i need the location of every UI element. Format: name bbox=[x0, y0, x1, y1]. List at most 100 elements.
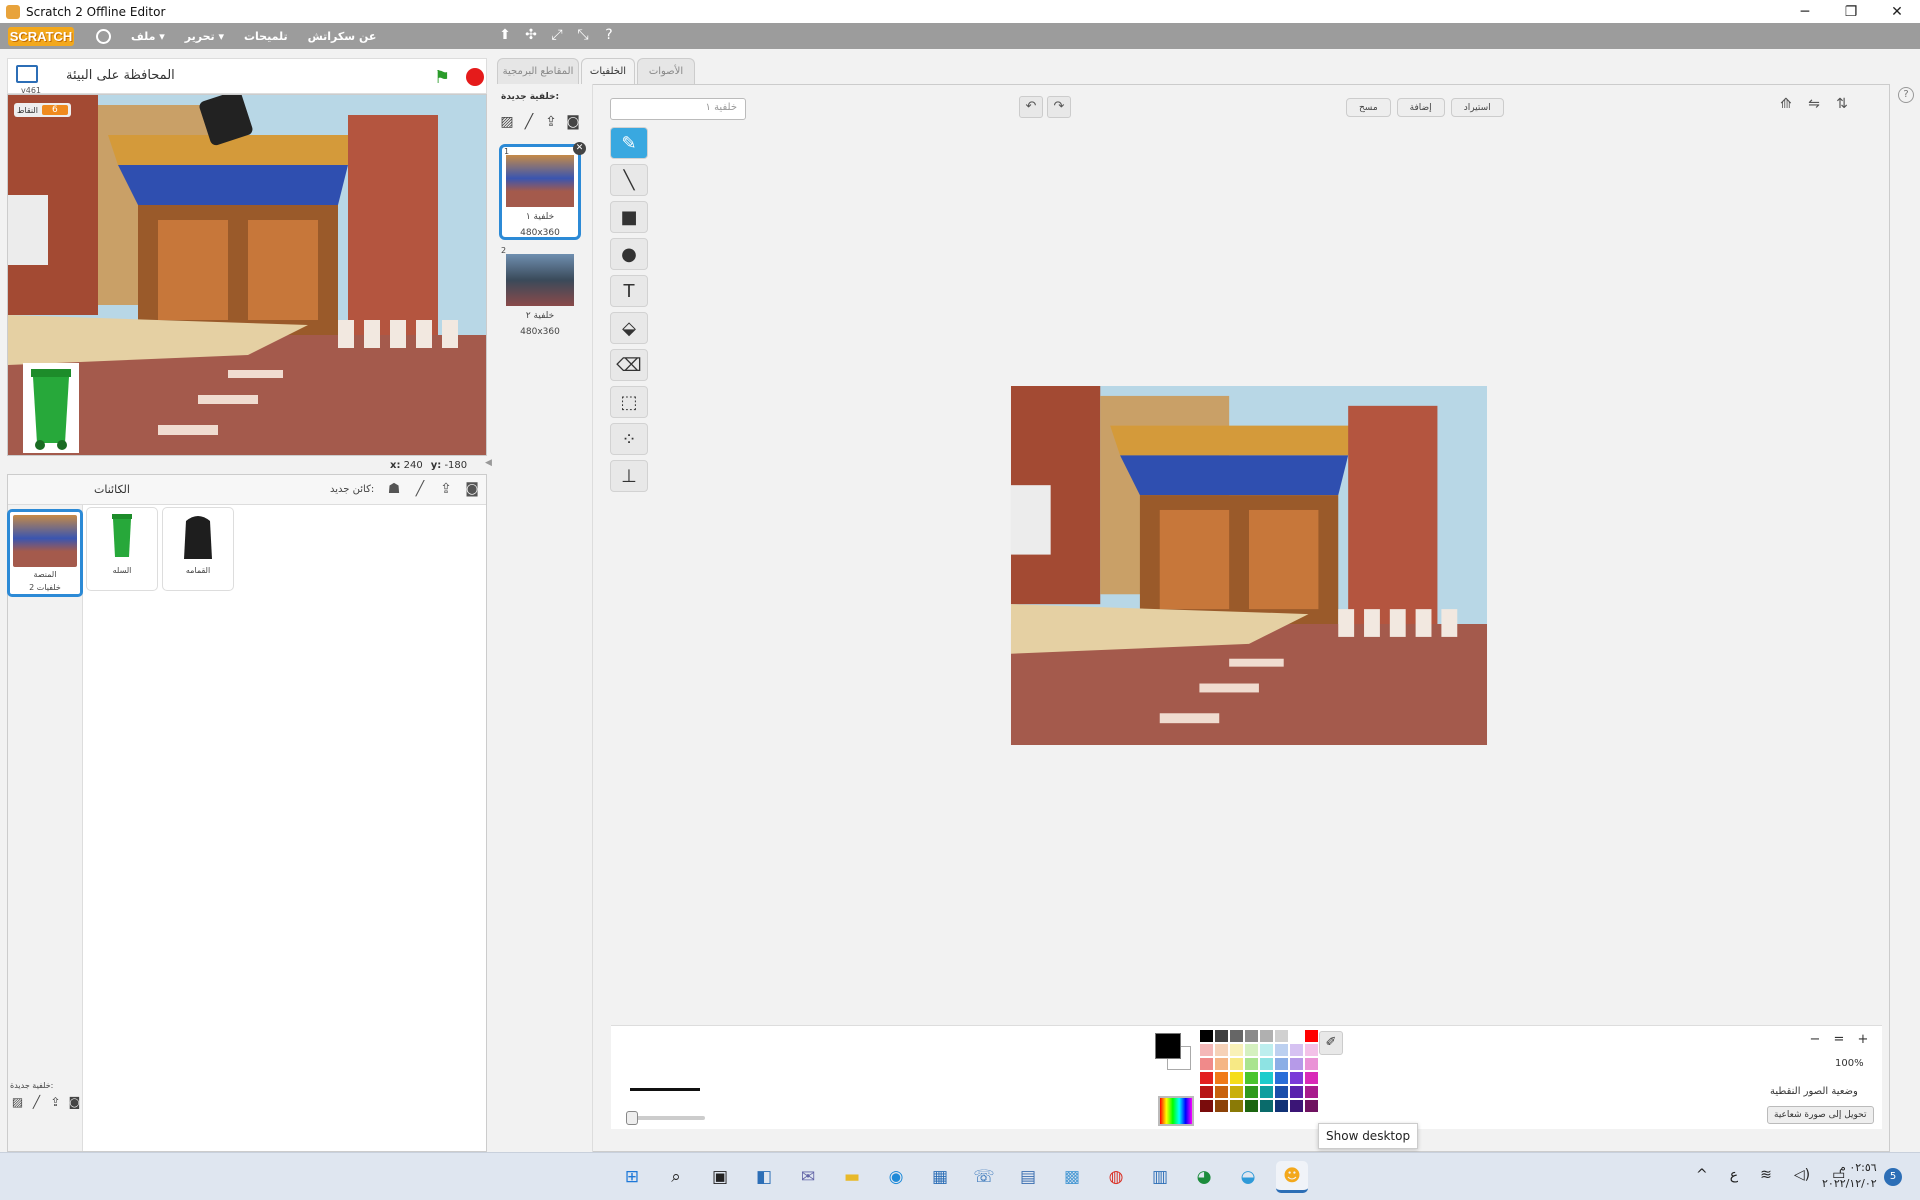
stop-sign-icon[interactable] bbox=[466, 68, 484, 86]
palette-swatch[interactable] bbox=[1245, 1030, 1258, 1042]
palette-swatch[interactable] bbox=[1305, 1086, 1318, 1098]
camera-backdrop-icon[interactable]: ◙ bbox=[565, 114, 581, 130]
palette-swatch[interactable] bbox=[1215, 1086, 1228, 1098]
palette-swatch[interactable] bbox=[1290, 1044, 1303, 1056]
primary-color-swatch[interactable] bbox=[1155, 1033, 1181, 1059]
file-explorer-icon[interactable]: ▬ bbox=[836, 1161, 868, 1193]
chrome-icon[interactable]: ◍ bbox=[1100, 1161, 1132, 1193]
minimize-button[interactable]: ─ bbox=[1782, 0, 1828, 23]
delete-icon[interactable]: ✣ bbox=[523, 27, 539, 43]
palette-swatch[interactable] bbox=[1200, 1072, 1213, 1084]
keyboard-language-icon[interactable]: ع bbox=[1730, 1167, 1738, 1183]
help-icon[interactable]: ? bbox=[1898, 87, 1914, 103]
camera-backdrop-icon[interactable]: ◙ bbox=[67, 1095, 82, 1109]
flip-horizontal-icon[interactable]: ⇋ bbox=[1803, 96, 1825, 112]
select-tool-icon[interactable]: ⬚ bbox=[610, 386, 648, 418]
tab-backdrops[interactable]: الخلفيات bbox=[581, 58, 635, 84]
costume-name-input[interactable]: خلفية ١ bbox=[610, 98, 746, 120]
fullscreen-icon[interactable] bbox=[16, 65, 38, 83]
palette-swatch[interactable] bbox=[1245, 1044, 1258, 1056]
palette-swatch[interactable] bbox=[1215, 1072, 1228, 1084]
backdrop-item-2[interactable]: 2 خلفية ٢ 480x360 bbox=[499, 246, 581, 342]
add-button[interactable]: إضافة bbox=[1396, 98, 1445, 117]
color-spectrum-picker[interactable] bbox=[1158, 1096, 1194, 1126]
brush-tool-icon[interactable]: ✎ bbox=[610, 127, 648, 159]
palette-swatch[interactable] bbox=[1275, 1058, 1288, 1070]
magic-wand-tool-icon[interactable]: ⁘ bbox=[610, 423, 648, 455]
palette-swatch[interactable] bbox=[1305, 1058, 1318, 1070]
start-icon[interactable]: ⊞ bbox=[616, 1161, 648, 1193]
line-width-slider[interactable] bbox=[630, 1116, 705, 1120]
palette-swatch[interactable] bbox=[1230, 1058, 1243, 1070]
scratch-icon[interactable]: ☻ bbox=[1276, 1161, 1308, 1193]
maximize-button[interactable]: ❐ bbox=[1828, 0, 1874, 23]
delete-backdrop-icon[interactable]: ✕ bbox=[573, 142, 586, 155]
palette-swatch[interactable] bbox=[1290, 1058, 1303, 1070]
backdrop-library-icon[interactable]: ▨ bbox=[10, 1095, 25, 1109]
line-width-slider-knob[interactable] bbox=[626, 1111, 638, 1125]
notepad-icon[interactable]: ▥ bbox=[1144, 1161, 1176, 1193]
tab-sounds[interactable]: الأصوات bbox=[637, 58, 695, 84]
app-icon-4[interactable]: ◒ bbox=[1232, 1161, 1264, 1193]
widgets-icon[interactable]: ◧ bbox=[748, 1161, 780, 1193]
palette-swatch[interactable] bbox=[1305, 1030, 1318, 1042]
palette-swatch[interactable] bbox=[1215, 1100, 1228, 1112]
palette-swatch[interactable] bbox=[1260, 1044, 1273, 1056]
menu-file[interactable]: ملف ▾ bbox=[131, 30, 165, 43]
palette-swatch[interactable] bbox=[1230, 1086, 1243, 1098]
paint-new-backdrop-icon[interactable]: ╱ bbox=[521, 114, 537, 130]
palette-swatch[interactable] bbox=[1245, 1086, 1258, 1098]
text-tool-icon[interactable]: T bbox=[610, 275, 648, 307]
palette-swatch[interactable] bbox=[1200, 1086, 1213, 1098]
palette-swatch[interactable] bbox=[1290, 1100, 1303, 1112]
menu-about[interactable]: عن سكراتش bbox=[308, 30, 377, 43]
duplicate-icon[interactable]: ⬆ bbox=[497, 27, 513, 43]
zoom-in-icon[interactable]: + bbox=[1853, 1031, 1873, 1049]
zoom-out-icon[interactable]: − bbox=[1805, 1031, 1825, 1049]
close-button[interactable]: ✕ bbox=[1874, 0, 1920, 23]
palette-swatch[interactable] bbox=[1230, 1030, 1243, 1042]
language-globe-icon[interactable] bbox=[96, 28, 111, 44]
upload-sprite-icon[interactable]: ⇪ bbox=[438, 481, 454, 497]
fill-tool-icon[interactable]: ⬙ bbox=[610, 312, 648, 344]
palette-swatch[interactable] bbox=[1260, 1058, 1273, 1070]
trash-bin-sprite[interactable] bbox=[23, 363, 79, 453]
palette-swatch[interactable] bbox=[1275, 1086, 1288, 1098]
paint-canvas[interactable] bbox=[1009, 386, 1489, 745]
palette-swatch[interactable] bbox=[1290, 1086, 1303, 1098]
backdrop-library-icon[interactable]: ▨ bbox=[499, 114, 515, 130]
clock[interactable]: ٠٢:٥٦ م ٢٠٢٢/١٢/٠٢ bbox=[1822, 1160, 1877, 1192]
palette-swatch[interactable] bbox=[1290, 1030, 1303, 1042]
palette-swatch[interactable] bbox=[1260, 1086, 1273, 1098]
tab-scripts[interactable]: المقاطع البرمجية bbox=[497, 58, 579, 84]
menu-tips[interactable]: تلميحات bbox=[244, 30, 288, 43]
palette-swatch[interactable] bbox=[1260, 1030, 1273, 1042]
palette-swatch[interactable] bbox=[1275, 1100, 1288, 1112]
camera-sprite-icon[interactable]: ◙ bbox=[464, 481, 480, 497]
palette-swatch[interactable] bbox=[1275, 1030, 1288, 1042]
palette-swatch[interactable] bbox=[1200, 1100, 1213, 1112]
palette-swatch[interactable] bbox=[1245, 1058, 1258, 1070]
zoom-reset-icon[interactable]: = bbox=[1829, 1031, 1849, 1049]
stage-collapse-arrow[interactable]: ◀ bbox=[485, 458, 492, 468]
stage-thumbnail[interactable]: المنصة خلفيات 2 bbox=[7, 509, 83, 597]
set-center-icon[interactable]: ⟰ bbox=[1775, 96, 1797, 112]
flip-vertical-icon[interactable]: ⇅ bbox=[1831, 96, 1853, 112]
help-block-icon[interactable]: ? bbox=[601, 27, 617, 43]
palette-swatch[interactable] bbox=[1260, 1100, 1273, 1112]
import-button[interactable]: استيراد bbox=[1450, 98, 1504, 117]
sprite-library-icon[interactable]: ☗ bbox=[386, 481, 402, 497]
stamp-tool-icon[interactable]: ⊥ bbox=[610, 460, 648, 492]
palette-swatch[interactable] bbox=[1200, 1044, 1213, 1056]
volume-icon[interactable]: ◁) bbox=[1794, 1167, 1810, 1183]
palette-swatch[interactable] bbox=[1215, 1058, 1228, 1070]
store-icon[interactable]: ▦ bbox=[924, 1161, 956, 1193]
palette-swatch[interactable] bbox=[1245, 1072, 1258, 1084]
palette-swatch[interactable] bbox=[1245, 1100, 1258, 1112]
redo-icon[interactable]: ↷ bbox=[1047, 96, 1071, 118]
score-monitor[interactable]: النقاط 6 bbox=[14, 103, 71, 117]
palette-swatch[interactable] bbox=[1200, 1058, 1213, 1070]
palette-swatch[interactable] bbox=[1290, 1072, 1303, 1084]
palette-swatch[interactable] bbox=[1215, 1030, 1228, 1042]
green-flag-icon[interactable]: ⚑ bbox=[434, 67, 450, 88]
